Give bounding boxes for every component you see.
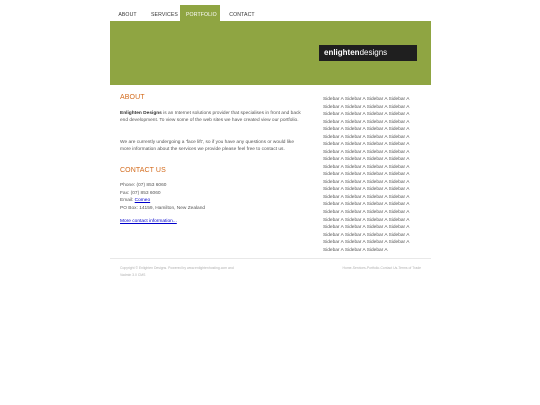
sidebar-line: Sidebar A Sidebar A Sidebar A Sidebar A (323, 142, 410, 148)
sidebar-line: Sidebar A Sidebar A Sidebar A Sidebar A (323, 225, 410, 231)
footer-link-home[interactable]: Home (343, 265, 352, 272)
sidebar-line: Sidebar A Sidebar A Sidebar A Sidebar A (323, 172, 410, 178)
about-heading: ABOUT (120, 94, 145, 101)
sidebar-line: Sidebar A Sidebar A Sidebar A Sidebar A (323, 202, 410, 208)
fax-line: Fax: (07) 853 6060 (120, 190, 161, 196)
nav-about[interactable]: ABOUT (110, 5, 145, 21)
main-nav: ABOUT SERVICES PORTFOLIO CONTACT US (110, 5, 264, 29)
nav-contact-us[interactable]: CONTACT US (220, 5, 264, 29)
sidebar-line: Sidebar A Sidebar A Sidebar A Sidebar A (323, 112, 410, 118)
sidebar-line: Sidebar A Sidebar A Sidebar A Sidebar A (323, 134, 410, 140)
sidebar-line: Sidebar A Sidebar A Sidebar A Sidebar A (323, 179, 410, 185)
sidebar-line: Sidebar A Sidebar A Sidebar A Sidebar A (323, 187, 410, 193)
sidebar-line: Sidebar A Sidebar A Sidebar A Sidebar A (323, 240, 410, 246)
footer-link-portfolio[interactable]: Portfolio (367, 265, 379, 272)
sidebar-line: Sidebar A Sidebar A Sidebar A Sidebar A (323, 194, 410, 200)
face-lift-paragraph: We are currently undergoing a 'face lift… (120, 140, 294, 153)
contact-details: Phone: (07) 853 6060 Fax: (07) 853 6060 … (120, 182, 302, 212)
phone-line: Phone: (07) 853 6060 (120, 183, 167, 188)
company-name: Enlighten Designs (120, 111, 162, 116)
logo-light-text: designs (359, 48, 388, 57)
sidebar-line: Sidebar A Sidebar A Sidebar A Sidebar A (323, 97, 410, 102)
copyright-line-1: Copyright © Enlighten Designs. Powered b… (120, 266, 234, 270)
footer-link-services[interactable]: Services (353, 265, 366, 272)
sidebar-line: Sidebar A Sidebar A Sidebar A Sidebar A (323, 119, 410, 125)
sidebar-line: Sidebar A Sidebar A Sidebar A Sidebar A (323, 232, 410, 238)
header-banner: enlightendesigns (110, 21, 431, 85)
copyright-line-2: Vadmin 3.0 CMS (120, 273, 146, 277)
enlighten-designs-logo[interactable]: enlightendesigns (319, 45, 417, 61)
footer-divider (110, 258, 431, 259)
nav-portfolio[interactable]: PORTFOLIO (180, 5, 220, 21)
sidebar: Sidebar A Sidebar A Sidebar A Sidebar A … (323, 96, 423, 254)
nav-services[interactable]: SERVICES (145, 5, 180, 21)
sidebar-line: Sidebar A Sidebar A Sidebar A (323, 247, 388, 253)
email-label: Email: (120, 198, 135, 204)
po-box-line: PO Box: 14159, Hamilton, New Zealand (120, 205, 206, 211)
sidebar-line: Sidebar A Sidebar A Sidebar A Sidebar A (323, 149, 410, 155)
sidebar-line: Sidebar A Sidebar A Sidebar A Sidebar A (323, 209, 410, 215)
footer-copyright: Copyright © Enlighten Designs. Powered b… (120, 265, 234, 279)
email-line: Email: Comeo (120, 197, 302, 205)
contact-heading: CONTACT US (120, 167, 166, 174)
footer-link-terms[interactable]: Terms of Trade (398, 265, 421, 272)
about-paragraph: Enlighten Designs is an Internet solutio… (120, 110, 302, 125)
sidebar-line: Sidebar A Sidebar A Sidebar A Sidebar A (323, 127, 410, 133)
sidebar-line: Sidebar A Sidebar A Sidebar A Sidebar A (323, 157, 410, 163)
email-link[interactable]: Comeo (135, 198, 150, 203)
more-contact-link[interactable]: More contact information... (120, 219, 177, 224)
sidebar-line: Sidebar A Sidebar A Sidebar A Sidebar A (323, 217, 410, 223)
main-content: ABOUT Enlighten Designs is an Internet s… (120, 94, 302, 224)
sidebar-line: Sidebar A Sidebar A Sidebar A Sidebar A (323, 104, 410, 110)
sidebar-line: Sidebar A Sidebar A Sidebar A Sidebar A (323, 164, 410, 170)
footer-links: Home - Services - Portfolio - Contact Us… (343, 265, 421, 272)
footer-link-contact-us[interactable]: Contact Us (380, 265, 397, 272)
logo-bold-text: enlighten (324, 48, 360, 57)
